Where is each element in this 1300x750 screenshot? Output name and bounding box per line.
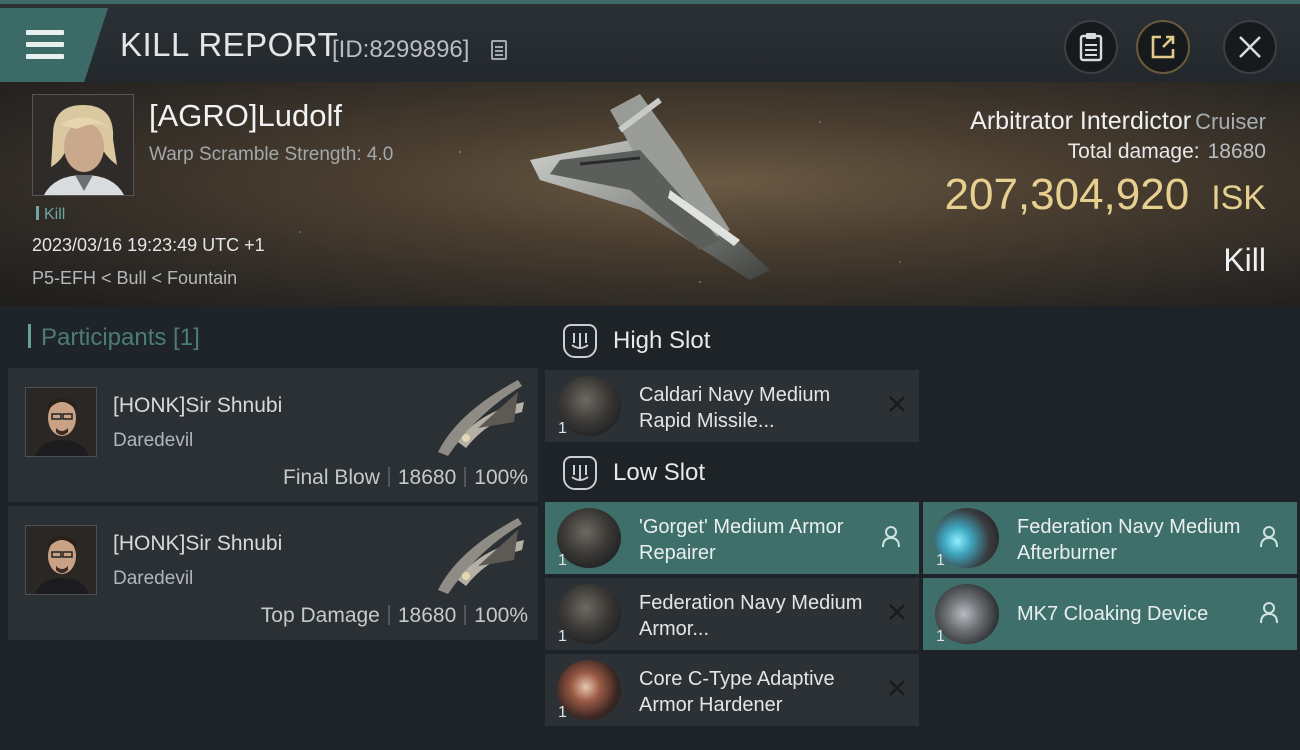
share-button[interactable] bbox=[1136, 20, 1190, 74]
low-slot-icon bbox=[563, 456, 597, 490]
participant-name: [HONK]Sir Shnubi bbox=[113, 532, 283, 555]
ship-class: Cruiser bbox=[1195, 109, 1266, 134]
separator bbox=[464, 467, 467, 487]
isk-value: 207,304,920 bbox=[944, 170, 1190, 219]
share-icon bbox=[1151, 35, 1175, 59]
module-name: 'Gorget' Medium Armor Repairer bbox=[639, 516, 844, 564]
module-quantity: 1 bbox=[558, 420, 567, 437]
separator bbox=[464, 605, 467, 625]
victim-ship-name[interactable]: Arbitrator Interdictor Cruiser bbox=[970, 107, 1266, 136]
participant-stats: Top Damage 18680 100% bbox=[261, 604, 528, 628]
kill-type: Kill bbox=[1223, 242, 1266, 278]
destroyed-icon bbox=[889, 680, 905, 696]
participant-damage: 18680 bbox=[397, 604, 457, 627]
kill-datetime: 2023/03/16 19:23:49 UTC +1 bbox=[32, 235, 265, 255]
avatar bbox=[26, 526, 96, 594]
module-quantity: 1 bbox=[558, 704, 567, 721]
participants-panel: Participants [1] [HONK]Sir Shnubi Darede… bbox=[0, 306, 545, 750]
participant-ship-image bbox=[438, 380, 524, 456]
dropped-person-icon bbox=[1260, 526, 1278, 548]
module-name: MK7 Cloaking Device bbox=[1017, 603, 1209, 625]
module-item[interactable]: 1 MK7 Cloaking Device bbox=[923, 578, 1297, 650]
close-button[interactable] bbox=[1223, 20, 1277, 74]
module-item[interactable]: 1 Core C-Type Adaptive Armor Hardener bbox=[545, 654, 919, 726]
clipboard-button[interactable] bbox=[1064, 20, 1118, 74]
module-quantity: 1 bbox=[558, 552, 567, 569]
victim-avatar bbox=[33, 95, 133, 195]
kill-location[interactable]: P5-EFH < Bull < Fountain bbox=[32, 268, 237, 289]
module-quantity: 1 bbox=[558, 628, 567, 645]
dropped-person-icon bbox=[882, 526, 900, 548]
module-name: Core C-Type Adaptive Armor Hardener bbox=[639, 668, 835, 716]
participant-percent: 100% bbox=[474, 604, 528, 627]
participant-portrait bbox=[25, 387, 97, 457]
separator bbox=[387, 605, 390, 625]
participant-stats: Final Blow 18680 100% bbox=[283, 466, 528, 490]
total-damage: Total damage: 18680 bbox=[1068, 140, 1266, 164]
kill-summary-banner: [AGRO]Ludolf Warp Scramble Strength: 4.0… bbox=[0, 82, 1300, 306]
module-quantity: 1 bbox=[936, 552, 945, 569]
module-name: Federation Navy Medium Afterburner bbox=[1017, 516, 1241, 564]
close-icon bbox=[1239, 36, 1261, 58]
participant-row[interactable]: [HONK]Sir Shnubi Daredevil Final Blow 186… bbox=[8, 368, 538, 502]
victim-name: [AGRO]Ludolf bbox=[149, 98, 342, 133]
participant-ship: Daredevil bbox=[113, 430, 194, 451]
warp-scramble-strength: Warp Scramble Strength: 4.0 bbox=[149, 144, 394, 165]
menu-icon bbox=[26, 30, 64, 66]
report-id: [ID:8299896] bbox=[332, 36, 470, 63]
page-title: KILL REPORT bbox=[120, 26, 339, 63]
isk-loss: 207,304,920 ISK bbox=[945, 170, 1267, 220]
participant-percent: 100% bbox=[474, 466, 528, 489]
module-item[interactable]: 1 'Gorget' Medium Armor Repairer bbox=[545, 502, 919, 574]
high-slot-title: High Slot bbox=[613, 327, 711, 354]
module-item[interactable]: 1 Caldari Navy Medium Rapid Missile... bbox=[545, 370, 919, 442]
kill-tag: Kill bbox=[36, 206, 65, 224]
high-slot-icon bbox=[563, 324, 597, 358]
module-name: Federation Navy Medium Armor... bbox=[639, 592, 863, 640]
module-item[interactable]: 1 Federation Navy Medium Armor... bbox=[545, 578, 919, 650]
menu-button[interactable] bbox=[0, 8, 108, 82]
low-slot-title: Low Slot bbox=[613, 459, 706, 486]
module-item[interactable]: 1 Federation Navy Medium Afterburner bbox=[923, 502, 1297, 574]
copy-icon[interactable] bbox=[491, 40, 507, 60]
dropped-person-icon bbox=[1260, 602, 1278, 624]
destroyed-icon bbox=[889, 604, 905, 620]
participant-role: Top Damage bbox=[260, 604, 380, 627]
ship-name-text: Arbitrator Interdictor bbox=[970, 107, 1192, 135]
participant-ship: Daredevil bbox=[113, 568, 194, 589]
participant-portrait bbox=[25, 525, 97, 595]
high-slot-header: High Slot bbox=[545, 312, 710, 370]
participant-damage: 18680 bbox=[397, 466, 457, 489]
avatar bbox=[26, 388, 96, 456]
victim-portrait[interactable] bbox=[32, 94, 134, 196]
low-slot-header: Low Slot bbox=[545, 444, 705, 502]
module-name: Caldari Navy Medium Rapid Missile... bbox=[639, 384, 831, 432]
total-damage-value: 18680 bbox=[1207, 140, 1266, 163]
title-bar: KILL REPORT [ID:8299896] bbox=[0, 0, 1300, 82]
fitting-panel: High Slot 1 Caldari Navy Medium Rapid Mi… bbox=[545, 306, 1300, 750]
participants-header: Participants [1] bbox=[28, 324, 200, 352]
module-quantity: 1 bbox=[936, 628, 945, 645]
destroyed-icon bbox=[889, 396, 905, 412]
participant-ship-image bbox=[438, 518, 524, 594]
separator bbox=[387, 467, 390, 487]
isk-unit: ISK bbox=[1211, 179, 1266, 217]
participant-row[interactable]: [HONK]Sir Shnubi Daredevil Top Damage 186… bbox=[8, 506, 538, 640]
victim-ship-image[interactable] bbox=[520, 90, 790, 290]
total-damage-label: Total damage: bbox=[1067, 140, 1200, 163]
participant-name: [HONK]Sir Shnubi bbox=[113, 394, 283, 417]
participant-role: Final Blow bbox=[283, 466, 380, 489]
clipboard-icon bbox=[1079, 33, 1103, 62]
